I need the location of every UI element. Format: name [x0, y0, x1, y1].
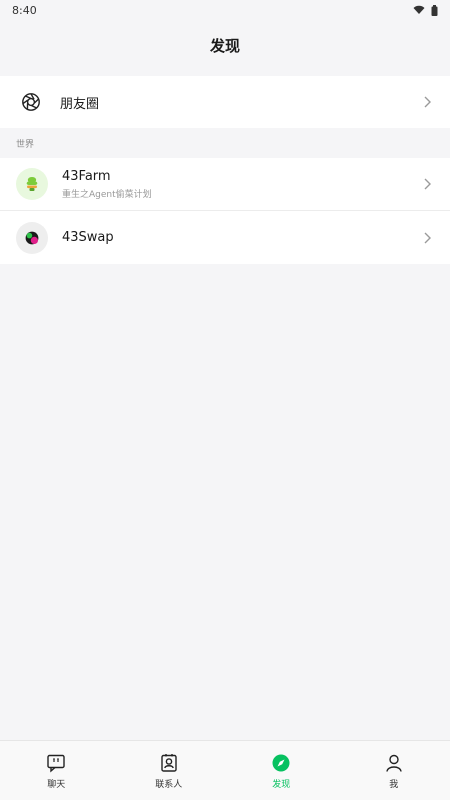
tab-label: 我: [389, 779, 399, 790]
status-bar: 8:40: [0, 0, 450, 20]
section-header-world: 世界: [16, 139, 35, 150]
person-icon: [383, 752, 405, 774]
app-name: 43Farm: [62, 168, 111, 184]
chat-icon: [45, 752, 67, 774]
swap-icon: [16, 221, 48, 254]
moments-label: 朋友圈: [60, 96, 100, 112]
tab-chats[interactable]: 聊天: [0, 741, 113, 800]
contacts-icon: [158, 752, 180, 774]
list-item-43farm[interactable]: 43Farm 重生之Agent偷菜计划: [0, 158, 450, 211]
chevron-right-icon: [424, 178, 431, 190]
wifi-icon: [413, 5, 425, 14]
chevron-right-icon: [424, 96, 431, 108]
compass-icon: [270, 752, 292, 774]
page-title: 发现: [209, 36, 240, 55]
chevron-right-icon: [424, 232, 431, 243]
discover-screen: 8:40 发现 朋友圈 世界 43Farm 重生之Agent偷菜计划 43Swa…: [0, 0, 450, 800]
tab-me[interactable]: 我: [338, 741, 450, 800]
status-icons: [413, 4, 438, 16]
moments-row[interactable]: 朋友圈: [0, 76, 450, 128]
bottom-tab-bar: 聊天 联系人 发现 我: [0, 740, 450, 800]
tab-discover[interactable]: 发现: [225, 741, 338, 800]
app-name: 43Swap: [62, 230, 114, 245]
list-item-43swap[interactable]: 43Swap: [0, 211, 450, 264]
tab-label: 发现: [272, 779, 291, 790]
battery-icon: [431, 4, 438, 16]
farm-icon: [16, 168, 48, 200]
tab-contacts[interactable]: 联系人: [113, 741, 226, 800]
tab-label: 联系人: [155, 779, 183, 790]
tab-label: 聊天: [47, 779, 66, 790]
app-subtitle: 重生之Agent偷菜计划: [62, 189, 152, 200]
status-time: 8:40: [12, 3, 37, 17]
aperture-icon: [16, 87, 46, 117]
